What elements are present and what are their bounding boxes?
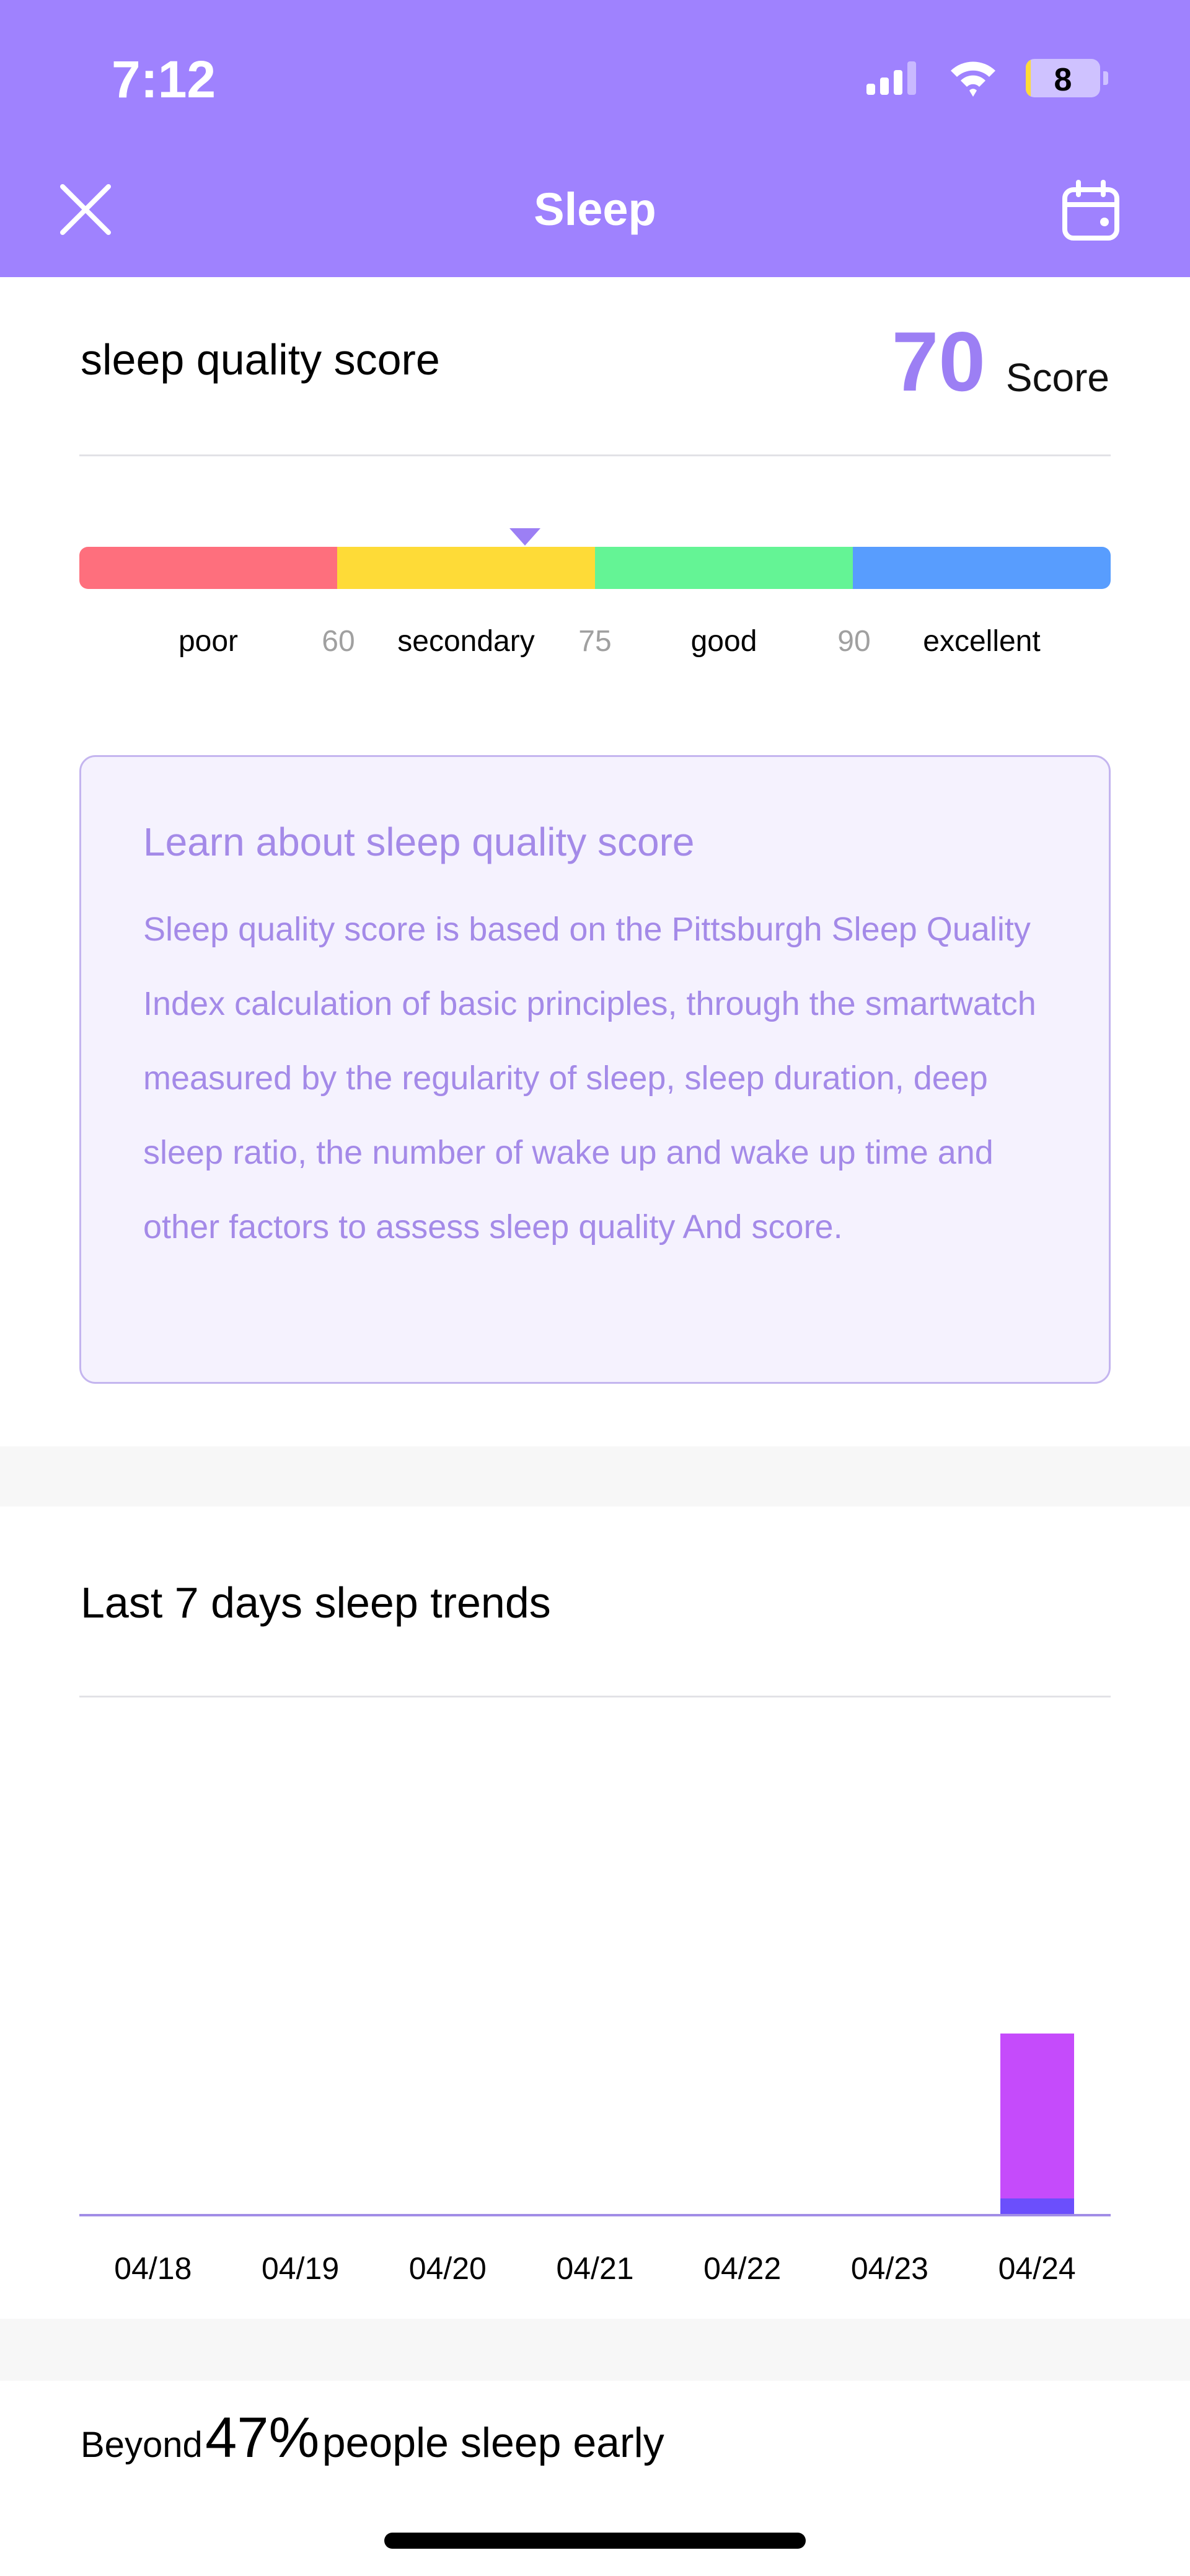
x-tick-label: 04/23 [850,2251,928,2286]
divider [79,454,1111,456]
x-tick-label: 04/19 [262,2251,340,2286]
info-body: Sleep quality score is based on the Pitt… [143,911,1036,1246]
scale-label: good [690,625,757,658]
score-unit: Score [1005,355,1109,400]
score-marker-icon [509,528,540,546]
signal-icon [866,61,916,95]
info-card: Learn about sleep quality score Sleep qu… [79,755,1111,1384]
scale-label: secondary [397,625,535,658]
beyond-prefix: Beyond [81,2425,203,2465]
bar-04-24-s0[interactable] [1000,2198,1074,2215]
beyond-percent: 47% [205,2406,320,2469]
chart-baseline [79,2214,1111,2216]
info-title: Learn about sleep quality score [143,820,695,864]
scale-segment-good [595,547,853,589]
calendar-icon[interactable] [1060,180,1122,242]
battery-icon: 8 [1026,59,1100,97]
divider [79,1696,1111,1697]
scale-segment-poor [79,547,337,589]
wifi-icon [951,61,995,97]
beyond-suffix: people sleep early [322,2419,664,2466]
scale-segment-excellent [853,547,1111,589]
home-indicator[interactable] [384,2533,806,2549]
section-gap [0,1446,1190,1507]
beyond-text: Beyond 47% people sleep early [81,2406,664,2474]
x-tick-label: 04/22 [703,2251,782,2286]
scale-segment-secondary [337,547,595,589]
bar-04-24-s1[interactable] [1000,2033,1074,2198]
score-title: sleep quality score [81,335,440,384]
scale-threshold: 75 [578,625,612,658]
page-title: Sleep [534,184,656,235]
battery-level: 8 [1054,62,1072,97]
section-gap [0,2319,1190,2381]
trend-chart [79,1699,1111,2215]
x-tick-label: 04/18 [114,2251,192,2286]
trends-title: Last 7 days sleep trends [81,1578,551,1627]
status-time: 7:12 [112,50,216,108]
score-value: 70 [891,314,985,409]
scale-label: excellent [923,625,1041,658]
x-tick-label: 04/21 [556,2251,634,2286]
x-tick-label: 04/24 [998,2251,1076,2286]
battery-cap [1103,71,1108,85]
x-tick-label: 04/20 [408,2251,487,2286]
scale-label: poor [178,625,239,658]
